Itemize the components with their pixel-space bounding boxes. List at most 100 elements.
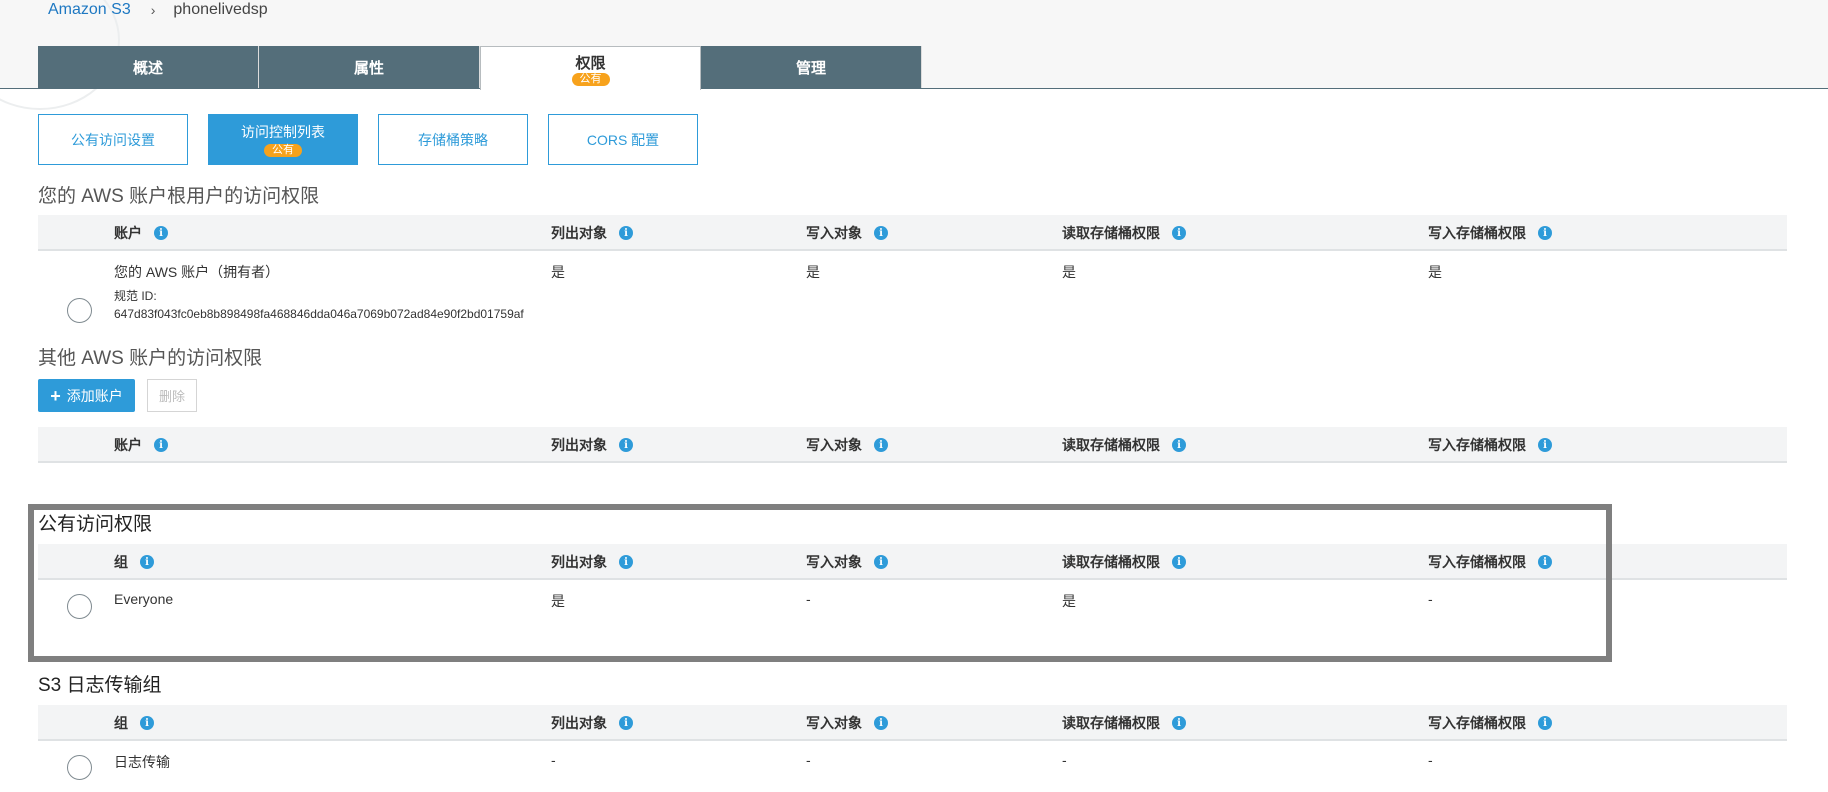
- list-objects-value: 是: [551, 264, 565, 280]
- col-label: 读取存储桶权限: [1062, 554, 1160, 570]
- info-icon[interactable]: i: [140, 716, 154, 730]
- breadcrumb-bucket-name: phonelivedsp: [173, 1, 268, 18]
- info-icon[interactable]: i: [619, 716, 633, 730]
- subtab-label: 存储桶策略: [418, 131, 488, 148]
- subtab-label: 公有访问设置: [71, 131, 155, 148]
- col-group: 组i: [114, 544, 154, 580]
- info-icon[interactable]: i: [619, 438, 633, 452]
- tab-divider: [0, 88, 1828, 89]
- info-icon[interactable]: i: [154, 226, 168, 240]
- col-label: 读取存储桶权限: [1062, 437, 1160, 453]
- public-access-table: 组i 列出对象 i 写入对象 i 读取存储桶权限 i 写入存储桶权限 i Everyon…: [38, 544, 1787, 644]
- col-label: 列出对象: [551, 715, 607, 731]
- chevron-right-icon: ›: [150, 2, 156, 18]
- row-select-radio[interactable]: [67, 298, 92, 323]
- col-group: 组i: [114, 705, 154, 741]
- info-icon[interactable]: i: [1538, 716, 1552, 730]
- col-write-objects: 写入对象 i: [806, 427, 888, 463]
- info-icon[interactable]: i: [1538, 555, 1552, 569]
- account-name: 您的 AWS 账户（拥有者）: [114, 264, 280, 280]
- col-label: 账户: [114, 437, 142, 453]
- write-bucket-perms-value: -: [1428, 752, 1433, 768]
- public-badge: 公有: [571, 72, 610, 86]
- col-label: 组: [114, 715, 128, 731]
- col-write-bucket-perms: 写入存储桶权限 i: [1428, 215, 1552, 251]
- log-delivery-title: S3 日志传输组: [38, 675, 162, 696]
- col-list-objects: 列出对象 i: [551, 215, 633, 251]
- info-icon[interactable]: i: [874, 555, 888, 569]
- subtab-cors-configuration[interactable]: CORS 配置: [548, 114, 698, 165]
- info-icon[interactable]: i: [154, 438, 168, 452]
- col-label: 组: [114, 554, 128, 570]
- info-icon[interactable]: i: [1172, 438, 1186, 452]
- canonical-id-label: 规范 ID:: [114, 289, 157, 303]
- table-header: 账户 i 列出对象 i 写入对象 i 读取存储桶权限 i 写入存储桶权限 i: [38, 215, 1787, 251]
- info-icon[interactable]: i: [1172, 226, 1186, 240]
- breadcrumb: Amazon S3 › phonelivedsp: [48, 1, 268, 19]
- col-label: 写入对象: [806, 715, 862, 731]
- info-icon[interactable]: i: [1172, 716, 1186, 730]
- tab-overview[interactable]: 概述: [38, 46, 259, 89]
- info-icon[interactable]: i: [619, 555, 633, 569]
- col-account: 账户 i: [114, 427, 168, 463]
- col-label: 列出对象: [551, 554, 607, 570]
- col-write-bucket-perms: 写入存储桶权限 i: [1428, 705, 1552, 741]
- canonical-id-value: 647d83f043fc0eb8b898498fa468846dda046a70…: [114, 307, 524, 321]
- info-icon[interactable]: i: [1538, 226, 1552, 240]
- table-header: 账户 i 列出对象 i 写入对象 i 读取存储桶权限 i 写入存储桶权限 i: [38, 427, 1787, 463]
- col-read-bucket-perms: 读取存储桶权限 i: [1062, 427, 1186, 463]
- root-access-table: 账户 i 列出对象 i 写入对象 i 读取存储桶权限 i 写入存储桶权限 i 您的 AWS…: [38, 215, 1787, 331]
- info-icon[interactable]: i: [874, 226, 888, 240]
- plus-icon: +: [50, 385, 61, 406]
- write-objects-value: 是: [806, 264, 820, 280]
- info-icon[interactable]: i: [1538, 438, 1552, 452]
- info-icon[interactable]: i: [140, 555, 154, 569]
- public-access-title: 公有访问权限: [38, 514, 153, 535]
- col-label: 写入对象: [806, 225, 862, 241]
- col-label: 写入存储桶权限: [1428, 715, 1526, 731]
- write-bucket-perms-value: 是: [1428, 264, 1442, 280]
- breadcrumb-amazon-s3-link[interactable]: Amazon S3: [48, 1, 131, 19]
- delete-button[interactable]: 删除: [147, 379, 197, 412]
- add-account-label: 添加账户: [66, 387, 123, 404]
- info-icon[interactable]: i: [874, 438, 888, 452]
- public-badge: 公有: [264, 144, 302, 157]
- row-select-radio[interactable]: [67, 755, 92, 780]
- col-label: 账户: [114, 225, 142, 241]
- subtab-bucket-policy[interactable]: 存储桶策略: [378, 114, 528, 165]
- table-row: Everyone 是 - 是 -: [38, 580, 1787, 644]
- col-list-objects: 列出对象 i: [551, 705, 633, 741]
- info-icon[interactable]: i: [619, 226, 633, 240]
- group-name: Everyone: [114, 591, 174, 607]
- table-header: 组i 列出对象 i 写入对象 i 读取存储桶权限 i 写入存储桶权限 i: [38, 544, 1787, 580]
- tab-permissions[interactable]: 权限 公有: [480, 46, 701, 90]
- col-label: 读取存储桶权限: [1062, 225, 1160, 241]
- col-write-bucket-perms: 写入存储桶权限 i: [1428, 427, 1552, 463]
- tab-label: 管理: [795, 60, 826, 77]
- write-objects-value: -: [806, 752, 811, 768]
- list-objects-value: 是: [551, 593, 565, 609]
- info-icon[interactable]: i: [874, 716, 888, 730]
- col-label: 写入存储桶权限: [1428, 554, 1526, 570]
- col-write-objects: 写入对象 i: [806, 215, 888, 251]
- col-read-bucket-perms: 读取存储桶权限 i: [1062, 705, 1186, 741]
- tab-management[interactable]: 管理: [701, 46, 922, 89]
- other-accounts-title: 其他 AWS 账户的访问权限: [38, 348, 263, 369]
- col-read-bucket-perms: 读取存储桶权限 i: [1062, 544, 1186, 580]
- col-label: 读取存储桶权限: [1062, 715, 1160, 731]
- log-delivery-table: 组i 列出对象 i 写入对象 i 读取存储桶权限 i 写入存储桶权限 i 日志传输 - …: [38, 705, 1787, 791]
- table-row: 日志传输 - - - -: [38, 741, 1787, 791]
- root-access-title: 您的 AWS 账户根用户的访问权限: [38, 186, 320, 207]
- col-list-objects: 列出对象 i: [551, 544, 633, 580]
- tab-properties[interactable]: 属性: [259, 46, 480, 89]
- tab-label: 概述: [132, 60, 163, 77]
- tab-label: 权限: [575, 54, 606, 72]
- row-select-radio[interactable]: [67, 594, 92, 619]
- tab-label: 属性: [353, 60, 384, 77]
- add-account-button[interactable]: + 添加账户: [38, 379, 135, 412]
- subtab-public-access-settings[interactable]: 公有访问设置: [38, 114, 188, 165]
- info-icon[interactable]: i: [1172, 555, 1186, 569]
- col-write-bucket-perms: 写入存储桶权限 i: [1428, 544, 1552, 580]
- subtab-access-control-list[interactable]: 访问控制列表 公有: [208, 114, 358, 165]
- write-objects-value: -: [806, 591, 811, 607]
